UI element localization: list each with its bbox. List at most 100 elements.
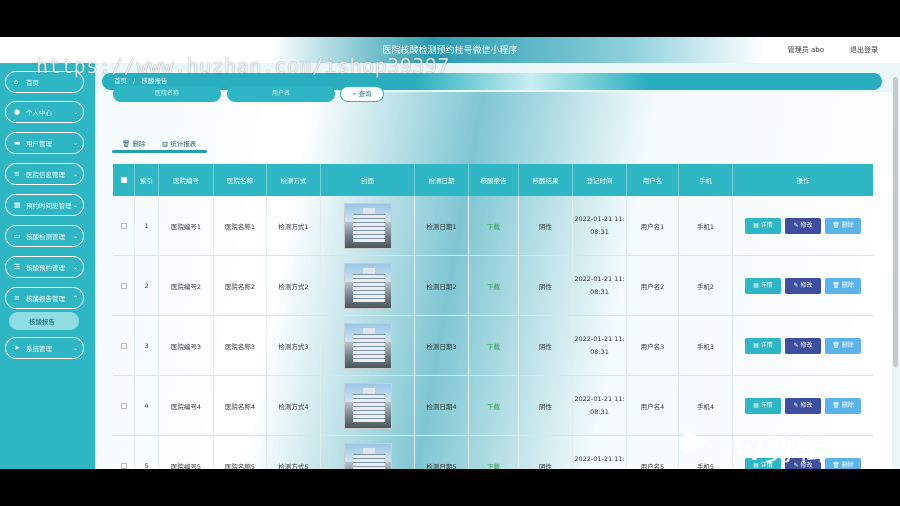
detail-button[interactable]: ▤ 详情 (745, 398, 781, 414)
delete-label: 删除 (841, 342, 854, 349)
cell-hospital-name: 医院名称4 (214, 376, 267, 436)
time-line-1: 2022-01-21 11: (574, 275, 625, 283)
delete-button[interactable]: 🗑︎ 删除 (825, 338, 861, 354)
row-checkbox-cell[interactable] (113, 256, 135, 316)
chevron-down-icon: ⌄ (72, 233, 78, 240)
registration-time: 2022-01-21 11: 08:31 (573, 436, 627, 469)
cell-index: 5 (135, 436, 159, 469)
breadcrumb: 首页 / 核酸报告 (102, 73, 882, 90)
row-checkbox-cell[interactable] (113, 436, 135, 469)
delete-button[interactable]: 🗑︎ 删除 (825, 458, 861, 469)
th-hospital-name: 医院名称 (214, 164, 267, 196)
admin-label: 管理员 abo (787, 46, 824, 54)
sidebar-item-system[interactable]: ➤ 系统管理 ⌄ (5, 337, 84, 359)
row-actions: ▤ 详情 ✎ 修改 🗑︎ 删除 (733, 196, 873, 256)
th-index: 索引 (135, 164, 159, 196)
delete-label: 删除 (841, 462, 854, 469)
username-search-input[interactable]: 用户名 (227, 86, 335, 102)
query-button-label: 查询 (358, 90, 372, 98)
stats-report-button[interactable]: ▥ 统计报表 (162, 138, 196, 148)
sidebar-item-timeslots[interactable]: ▦ 预约时间段管理 ⌄ (5, 194, 84, 216)
th-report: 核酸报告 (469, 164, 519, 196)
report-download-link[interactable]: 下载 (469, 436, 519, 469)
detail-label: 详情 (760, 402, 773, 409)
cell-user: 用户名4 (627, 376, 679, 436)
delete-button[interactable]: 🗑︎ 删除 (825, 218, 861, 234)
sidebar-item-hospitals[interactable]: ≡ 医院信息管理 ⌄ (5, 163, 84, 185)
row-checkbox-cell[interactable] (113, 196, 135, 256)
sidebar: ⌂ 首页 ● 个人中心 ⌄ ▬ 用户管理 ⌄ ≡ 医院信息管理 ⌄ ▦ 预约时间段管理 ⌄ ▭ 核酸… (0, 63, 95, 469)
bulk-delete-button[interactable]: 🗑︎ 删除 (122, 138, 145, 148)
time-line-1: 2022-01-21 11: (574, 395, 625, 403)
row-checkbox[interactable] (120, 283, 127, 289)
edit-button[interactable]: ✎ 修改 (785, 398, 821, 414)
report-download-link[interactable]: 下载 (469, 256, 519, 316)
row-checkbox[interactable] (120, 403, 127, 409)
trash-icon: 🗑︎ (832, 342, 842, 349)
sidebar-item-label: 用户管理 (26, 140, 52, 148)
row-checkbox-cell[interactable] (113, 376, 135, 436)
logout-link[interactable]: 退出登录 (850, 45, 878, 55)
edit-button[interactable]: ✎ 修改 (785, 338, 821, 354)
sidebar-item-tests[interactable]: ▭ 核酸检测管理 ⌄ (5, 225, 84, 247)
delete-button[interactable]: 🗑︎ 删除 (825, 398, 861, 414)
sidebar-subitem-report[interactable]: 核酸报告 (9, 312, 79, 330)
sidebar-item-label: 个人中心 (26, 109, 52, 117)
sidebar-item-appointments[interactable]: ☰ 核酸预约管理 ⌄ (5, 256, 84, 278)
time-line-2: 08:31 (590, 408, 609, 416)
report-download-link[interactable]: 下载 (469, 316, 519, 376)
report-download-link[interactable]: 下载 (469, 196, 519, 256)
detail-button[interactable]: ▤ 详情 (745, 338, 781, 354)
cell-user: 用户名3 (627, 316, 679, 376)
delete-label: 删除 (841, 222, 854, 229)
edit-button[interactable]: ✎ 修改 (785, 278, 821, 294)
detail-label: 详情 (760, 222, 773, 229)
app-window: 医院核酸检测预约挂号微信小程序 管理员 abo 退出登录 ⌂ 首页 ● 个人中心 ⌄ … (0, 37, 900, 469)
breadcrumb-home[interactable]: 首页 (114, 77, 127, 85)
detail-button[interactable]: ▤ 详情 (745, 218, 781, 234)
time-line-1: 2022-01-21 11: (574, 455, 625, 463)
trash-icon: 🗑︎ (832, 282, 842, 289)
cell-phone: 手机2 (679, 256, 733, 316)
cell-user: 用户名1 (627, 196, 679, 256)
th-phone: 手机 (679, 164, 733, 196)
th-method: 检测方式 (267, 164, 321, 196)
row-checkbox[interactable] (120, 463, 127, 469)
row-checkbox-cell[interactable] (113, 316, 135, 376)
select-all-checkbox[interactable] (120, 177, 127, 183)
chevron-down-icon: ⌄ (72, 264, 78, 271)
sidebar-item-users[interactable]: ▬ 用户管理 ⌄ (5, 132, 84, 154)
vertical-scrollbar[interactable] (893, 77, 898, 367)
cell-hospital-no: 医院编号5 (159, 436, 214, 469)
user-icon: ● (14, 107, 21, 116)
cell-hospital-no: 医院编号1 (159, 196, 214, 256)
cell-hospital-no: 医院编号4 (159, 376, 214, 436)
th-result: 核酸结果 (519, 164, 573, 196)
sidebar-item-label: 首页 (26, 79, 39, 87)
th-date: 检测日期 (415, 164, 469, 196)
select-all-checkbox-cell[interactable] (113, 164, 135, 196)
row-checkbox[interactable] (120, 343, 127, 349)
sidebar-item-reports[interactable]: ≡ 核酸报告管理 ⌃ (5, 287, 84, 309)
list-icon: ≡ (14, 293, 20, 302)
cell-hospital-name: 医院名称5 (214, 436, 267, 469)
time-line-2: 08:31 (590, 228, 609, 236)
cell-index: 1 (135, 196, 159, 256)
sidebar-item-profile[interactable]: ● 个人中心 ⌄ (5, 101, 84, 123)
report-download-link[interactable]: 下载 (469, 376, 519, 436)
breadcrumb-separator: / (133, 77, 136, 85)
trash-icon: 🗑︎ (832, 402, 842, 409)
hospital-name-search-input[interactable]: 医院名称 (113, 86, 221, 102)
hospital-cover-image (343, 383, 392, 429)
row-actions: ▤ 详情 ✎ 修改 🗑︎ 删除 (733, 256, 873, 316)
query-button[interactable]: ⌕ 查询 (340, 86, 384, 102)
sidebar-item-home[interactable]: ⌂ 首页 (5, 71, 84, 93)
row-checkbox[interactable] (120, 223, 127, 229)
edit-label: 修改 (800, 222, 813, 229)
user-group-icon: ▬ (14, 138, 21, 147)
trash-icon: 🗑︎ (832, 222, 842, 229)
detail-button[interactable]: ▤ 详情 (745, 278, 781, 294)
cell-hospital-no: 医院编号3 (159, 316, 214, 376)
edit-button[interactable]: ✎ 修改 (785, 218, 821, 234)
delete-button[interactable]: 🗑︎ 删除 (825, 278, 861, 294)
